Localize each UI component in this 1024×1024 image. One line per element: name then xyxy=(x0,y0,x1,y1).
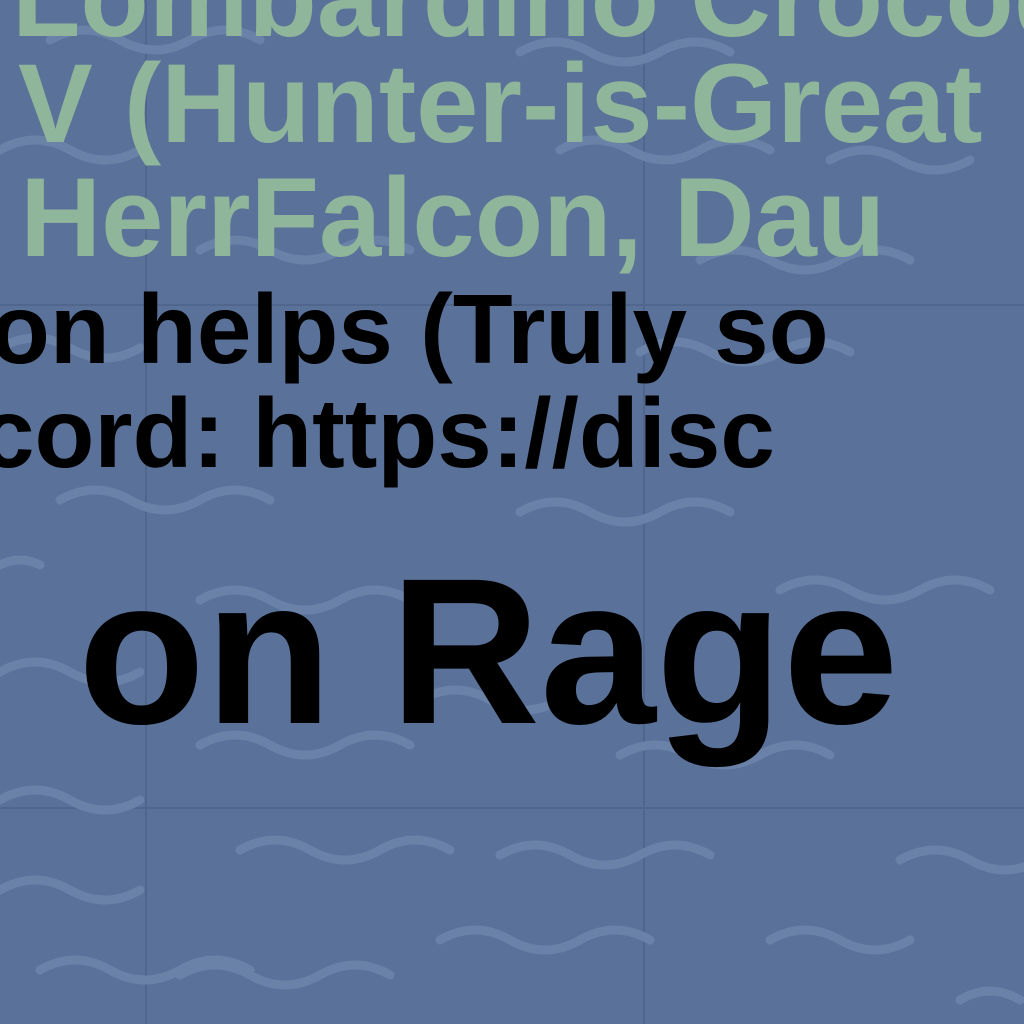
game-screen: Lombardino Crocodile V (Hunter-is-Great … xyxy=(0,0,1024,1024)
credits-line-3: , HerrFalcon, Dau xyxy=(0,155,886,280)
discord-link-line[interactable]: cord: https://disc xyxy=(0,384,775,482)
game-title: on Rage xyxy=(78,536,899,768)
credits-line-2: V (Hunter-is-Great xyxy=(18,41,983,166)
info-line-1: on helps (Truly so xyxy=(0,274,829,384)
